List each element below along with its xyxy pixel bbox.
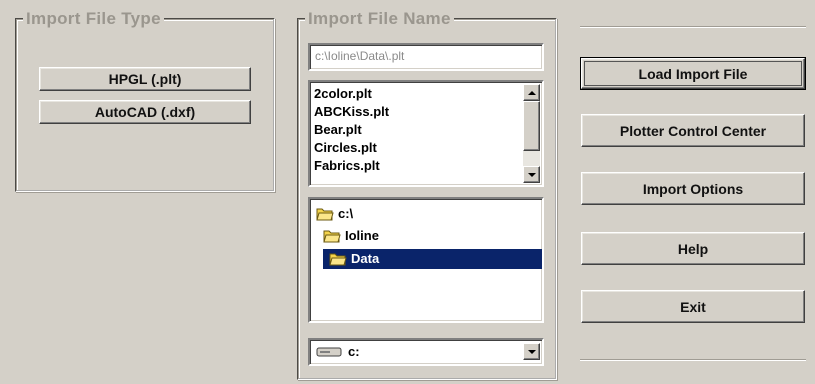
- directory-label: Data: [348, 249, 383, 269]
- drive-dropdown-button[interactable]: [523, 343, 540, 360]
- scroll-thumb[interactable]: [523, 101, 540, 151]
- directory-item-ioline[interactable]: Ioline: [323, 226, 382, 246]
- drive-icon: [316, 347, 342, 357]
- arrow-up-icon: [527, 90, 536, 95]
- actions-bottom-divider: [580, 359, 806, 361]
- open-folder-icon: [329, 253, 347, 266]
- help-button[interactable]: Help: [581, 232, 805, 265]
- scroll-up-button[interactable]: [523, 84, 540, 101]
- file-item-2color[interactable]: 2color.plt: [310, 85, 542, 103]
- chevron-down-icon: [527, 349, 536, 354]
- drive-value: c:: [316, 342, 363, 362]
- directory-item-data[interactable]: Data: [323, 249, 542, 269]
- file-item-bear[interactable]: Bear.plt: [310, 121, 542, 139]
- directory-list[interactable]: c:\ Ioline Data: [308, 197, 544, 323]
- directory-item-root[interactable]: c:\: [316, 204, 356, 224]
- import-file-type-title: Import File Type: [23, 9, 164, 29]
- import-file-name-title: Import File Name: [305, 9, 454, 29]
- file-path-input[interactable]: c:\Ioline\Data\.plt: [308, 43, 544, 71]
- open-folder-icon: [316, 208, 334, 221]
- drive-label: c:: [348, 344, 360, 359]
- plotter-control-center-button[interactable]: Plotter Control Center: [581, 114, 805, 147]
- load-import-file-button[interactable]: Load Import File: [580, 57, 806, 90]
- file-item-circles[interactable]: Circles.plt: [310, 139, 542, 157]
- file-list-scrollbar[interactable]: [523, 84, 540, 183]
- drive-select[interactable]: c:: [308, 338, 544, 366]
- import-options-button[interactable]: Import Options: [581, 172, 805, 205]
- hpgl-button[interactable]: HPGL (.plt): [39, 67, 251, 91]
- open-folder-icon: [323, 230, 341, 243]
- arrow-down-icon: [527, 172, 536, 177]
- actions-top-divider: [580, 26, 806, 28]
- file-item-fabrics[interactable]: Fabrics.plt: [310, 157, 542, 175]
- file-list[interactable]: 2color.plt ABCKiss.plt Bear.plt Circles.…: [308, 80, 544, 187]
- directory-label: Ioline: [345, 228, 379, 243]
- scroll-down-button[interactable]: [523, 166, 540, 183]
- directory-label: c:\: [338, 206, 354, 221]
- file-item-abckiss[interactable]: ABCKiss.plt: [310, 103, 542, 121]
- exit-button[interactable]: Exit: [581, 290, 805, 323]
- autocad-button[interactable]: AutoCAD (.dxf): [39, 100, 251, 124]
